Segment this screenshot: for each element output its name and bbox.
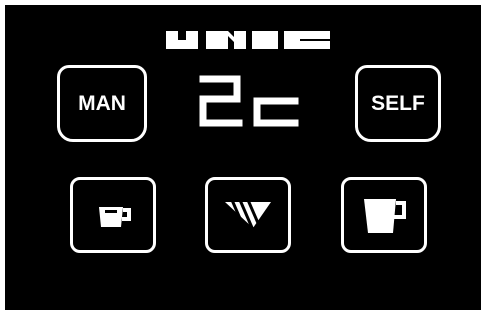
large-cup-icon: [364, 199, 406, 233]
control-panel: 2c MAN SELF: [5, 5, 481, 310]
flow-stripes-icon: [225, 200, 271, 230]
fill-button[interactable]: [205, 177, 291, 253]
self-clean-button[interactable]: SELF: [355, 65, 441, 142]
manual-button-label: MAN: [78, 91, 126, 115]
unic-logo: [166, 31, 330, 49]
large-cup-button[interactable]: [341, 177, 427, 253]
cup-count-display: 2c: [195, 73, 299, 127]
self-button-label: SELF: [371, 91, 425, 115]
small-cup-button[interactable]: [70, 177, 156, 253]
small-cup-icon: [99, 207, 131, 227]
cup-count-value: 2c: [195, 73, 197, 74]
manual-button[interactable]: MAN: [57, 65, 147, 142]
